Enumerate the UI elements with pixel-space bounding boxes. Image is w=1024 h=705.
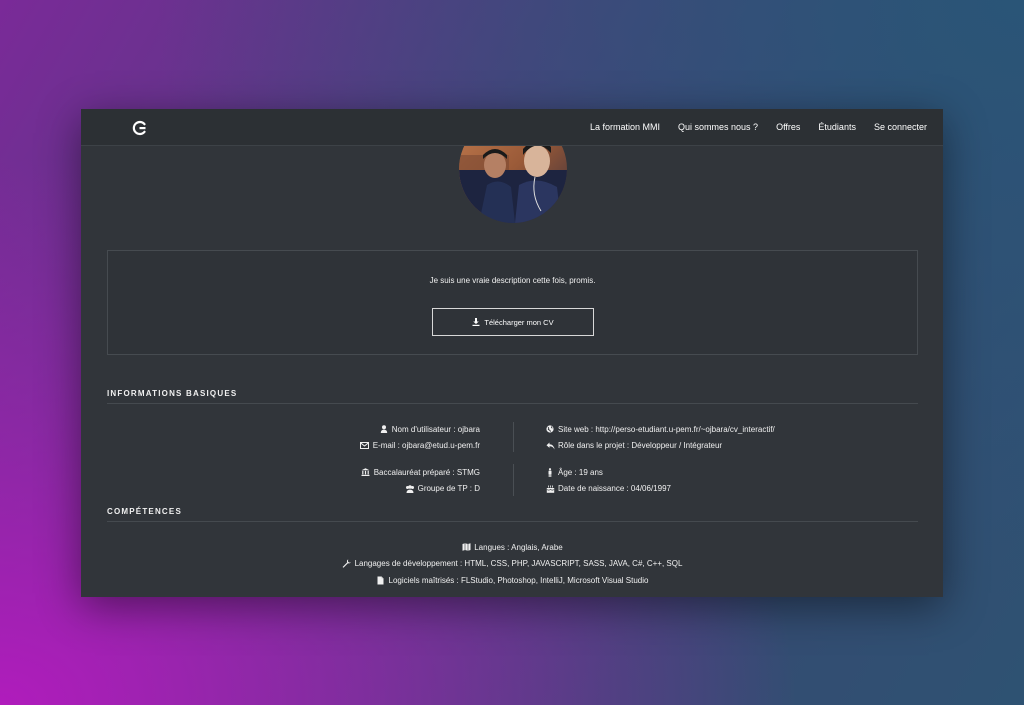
logo-icon[interactable]: [132, 120, 148, 136]
map-icon: [461, 542, 471, 552]
info-right-column-2: Âge : 19 ans Date de naissance : 04/06/1…: [545, 464, 671, 497]
navbar: La formation MMI Qui sommes nous ? Offre…: [81, 109, 943, 146]
birthdate-text: Date de naissance : 04/06/1997: [558, 484, 671, 494]
skills-title: COMPÉTENCES: [107, 507, 918, 522]
reply-icon: [545, 441, 555, 451]
dev-languages-text: Langages de développement : HTML, CSS, P…: [354, 559, 683, 569]
languages-text: Langues : Anglais, Arabe: [474, 542, 563, 552]
cake-icon: [545, 484, 555, 494]
software-row: Logiciels maîtrisés : FLStudio, Photosho…: [81, 572, 943, 589]
age-row: Âge : 19 ans: [545, 464, 671, 481]
age-text: Âge : 19 ans: [558, 467, 603, 477]
basic-info-title: INFORMATIONS BASIQUES: [107, 389, 918, 404]
bac-row: Baccalauréat préparé : STMG: [361, 464, 480, 481]
website-row: Site web : http://perso-etudiant.u-pem.f…: [545, 421, 775, 438]
group-row: Groupe de TP : D: [361, 481, 480, 498]
info-divider: [513, 464, 514, 496]
nav-links: La formation MMI Qui sommes nous ? Offre…: [572, 109, 927, 145]
bank-icon: [361, 467, 371, 477]
nav-link-students[interactable]: Étudiants: [818, 122, 856, 132]
languages-row: Langues : Anglais, Arabe: [81, 539, 943, 556]
person-icon: [545, 467, 555, 477]
profile-description: Je suis une vraie description cette fois…: [429, 276, 596, 285]
user-icon: [379, 424, 389, 434]
nav-link-about[interactable]: Qui sommes nous ?: [678, 122, 758, 132]
info-right-column: Site web : http://perso-etudiant.u-pem.f…: [545, 421, 775, 454]
info-divider: [513, 422, 514, 452]
website-text[interactable]: Site web : http://perso-etudiant.u-pem.f…: [558, 425, 775, 434]
app-window: La formation MMI Qui sommes nous ? Offre…: [81, 109, 943, 597]
download-cv-button[interactable]: Télécharger mon CV: [432, 308, 594, 336]
description-panel: Je suis une vraie description cette fois…: [107, 250, 918, 355]
nav-link-offers[interactable]: Offres: [776, 122, 800, 132]
download-icon: [472, 318, 480, 326]
email-row: E-mail : ojbara@etud.u-pem.fr: [360, 438, 480, 455]
birthdate-row: Date de naissance : 04/06/1997: [545, 481, 671, 498]
globe-icon: [545, 424, 555, 434]
email-text: E-mail : ojbara@etud.u-pem.fr: [372, 441, 480, 451]
users-icon: [405, 484, 415, 494]
dev-languages-row: Langages de développement : HTML, CSS, P…: [81, 556, 943, 573]
skills-list: Langues : Anglais, Arabe Langages de dév…: [81, 539, 943, 589]
group-text: Groupe de TP : D: [417, 484, 480, 494]
wrench-icon: [342, 559, 352, 569]
nav-link-login[interactable]: Se connecter: [874, 122, 927, 132]
file-icon: [376, 575, 386, 585]
role-text: Rôle dans le projet : Développeur / Inté…: [558, 441, 723, 451]
username-row: Nom d'utilisateur : ojbara: [360, 421, 480, 438]
envelope-icon: [360, 441, 370, 451]
role-row: Rôle dans le projet : Développeur / Inté…: [545, 438, 775, 455]
bac-text: Baccalauréat préparé : STMG: [373, 467, 480, 477]
info-left-column: Nom d'utilisateur : ojbara E-mail : ojba…: [360, 421, 480, 454]
info-left-column-2: Baccalauréat préparé : STMG Groupe de TP…: [361, 464, 480, 497]
download-cv-label: Télécharger mon CV: [484, 317, 554, 327]
software-text: Logiciels maîtrisés : FLStudio, Photosho…: [388, 575, 649, 585]
nav-link-formation[interactable]: La formation MMI: [590, 122, 660, 132]
username-text: Nom d'utilisateur : ojbara: [391, 424, 480, 434]
